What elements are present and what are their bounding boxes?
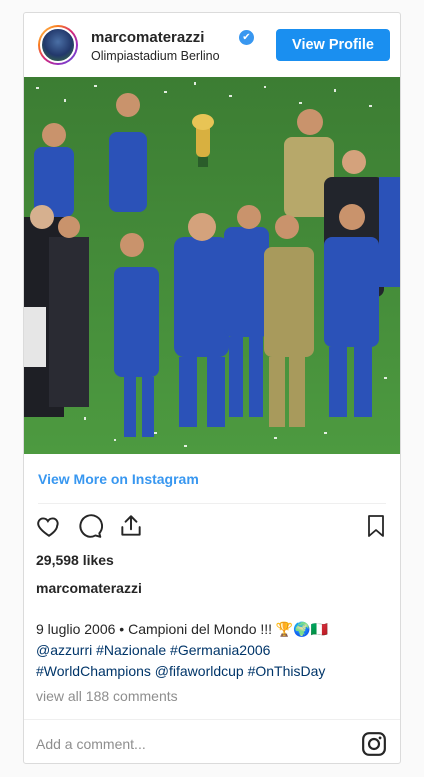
caption-hashtags[interactable]: @azzurri #Nazionale #Germania2006 <box>36 640 396 661</box>
add-comment-input[interactable] <box>36 732 336 756</box>
caption-username[interactable]: marcomaterazzi <box>36 580 142 596</box>
comment-icon[interactable] <box>77 513 103 539</box>
avatar[interactable] <box>38 25 78 65</box>
avatar-image <box>40 27 76 63</box>
post-header: marcomaterazzi ✔ Olimpiastadium Berlino … <box>24 13 400 77</box>
caption-hashtags[interactable]: #WorldChampions @fifaworldcup #OnThisDay <box>36 661 396 682</box>
caption: 9 luglio 2006 • Campioni del Mondo !!! 🏆… <box>36 619 396 682</box>
divider <box>38 503 386 504</box>
post-photo[interactable] <box>24 77 400 454</box>
view-more-on-instagram-link[interactable]: View More on Instagram <box>38 471 199 487</box>
location-label[interactable]: Olimpiastadium Berlino <box>91 49 220 63</box>
team-celebration-photo <box>24 77 400 454</box>
username[interactable]: marcomaterazzi <box>91 29 204 46</box>
share-icon[interactable] <box>118 513 144 539</box>
instagram-logo-icon[interactable] <box>361 731 387 757</box>
view-all-comments-link[interactable]: view all 188 comments <box>36 688 178 704</box>
bookmark-icon[interactable] <box>364 513 388 539</box>
instagram-embed-card: marcomaterazzi ✔ Olimpiastadium Berlino … <box>23 12 401 764</box>
view-profile-button[interactable]: View Profile <box>276 29 390 61</box>
verified-badge-icon: ✔ <box>239 30 254 45</box>
likes-count[interactable]: 29,598 likes <box>36 552 114 568</box>
heart-icon[interactable] <box>36 513 62 539</box>
action-bar <box>24 513 400 543</box>
divider <box>24 719 400 720</box>
caption-line: 9 luglio 2006 • Campioni del Mondo !!! 🏆… <box>36 621 329 637</box>
